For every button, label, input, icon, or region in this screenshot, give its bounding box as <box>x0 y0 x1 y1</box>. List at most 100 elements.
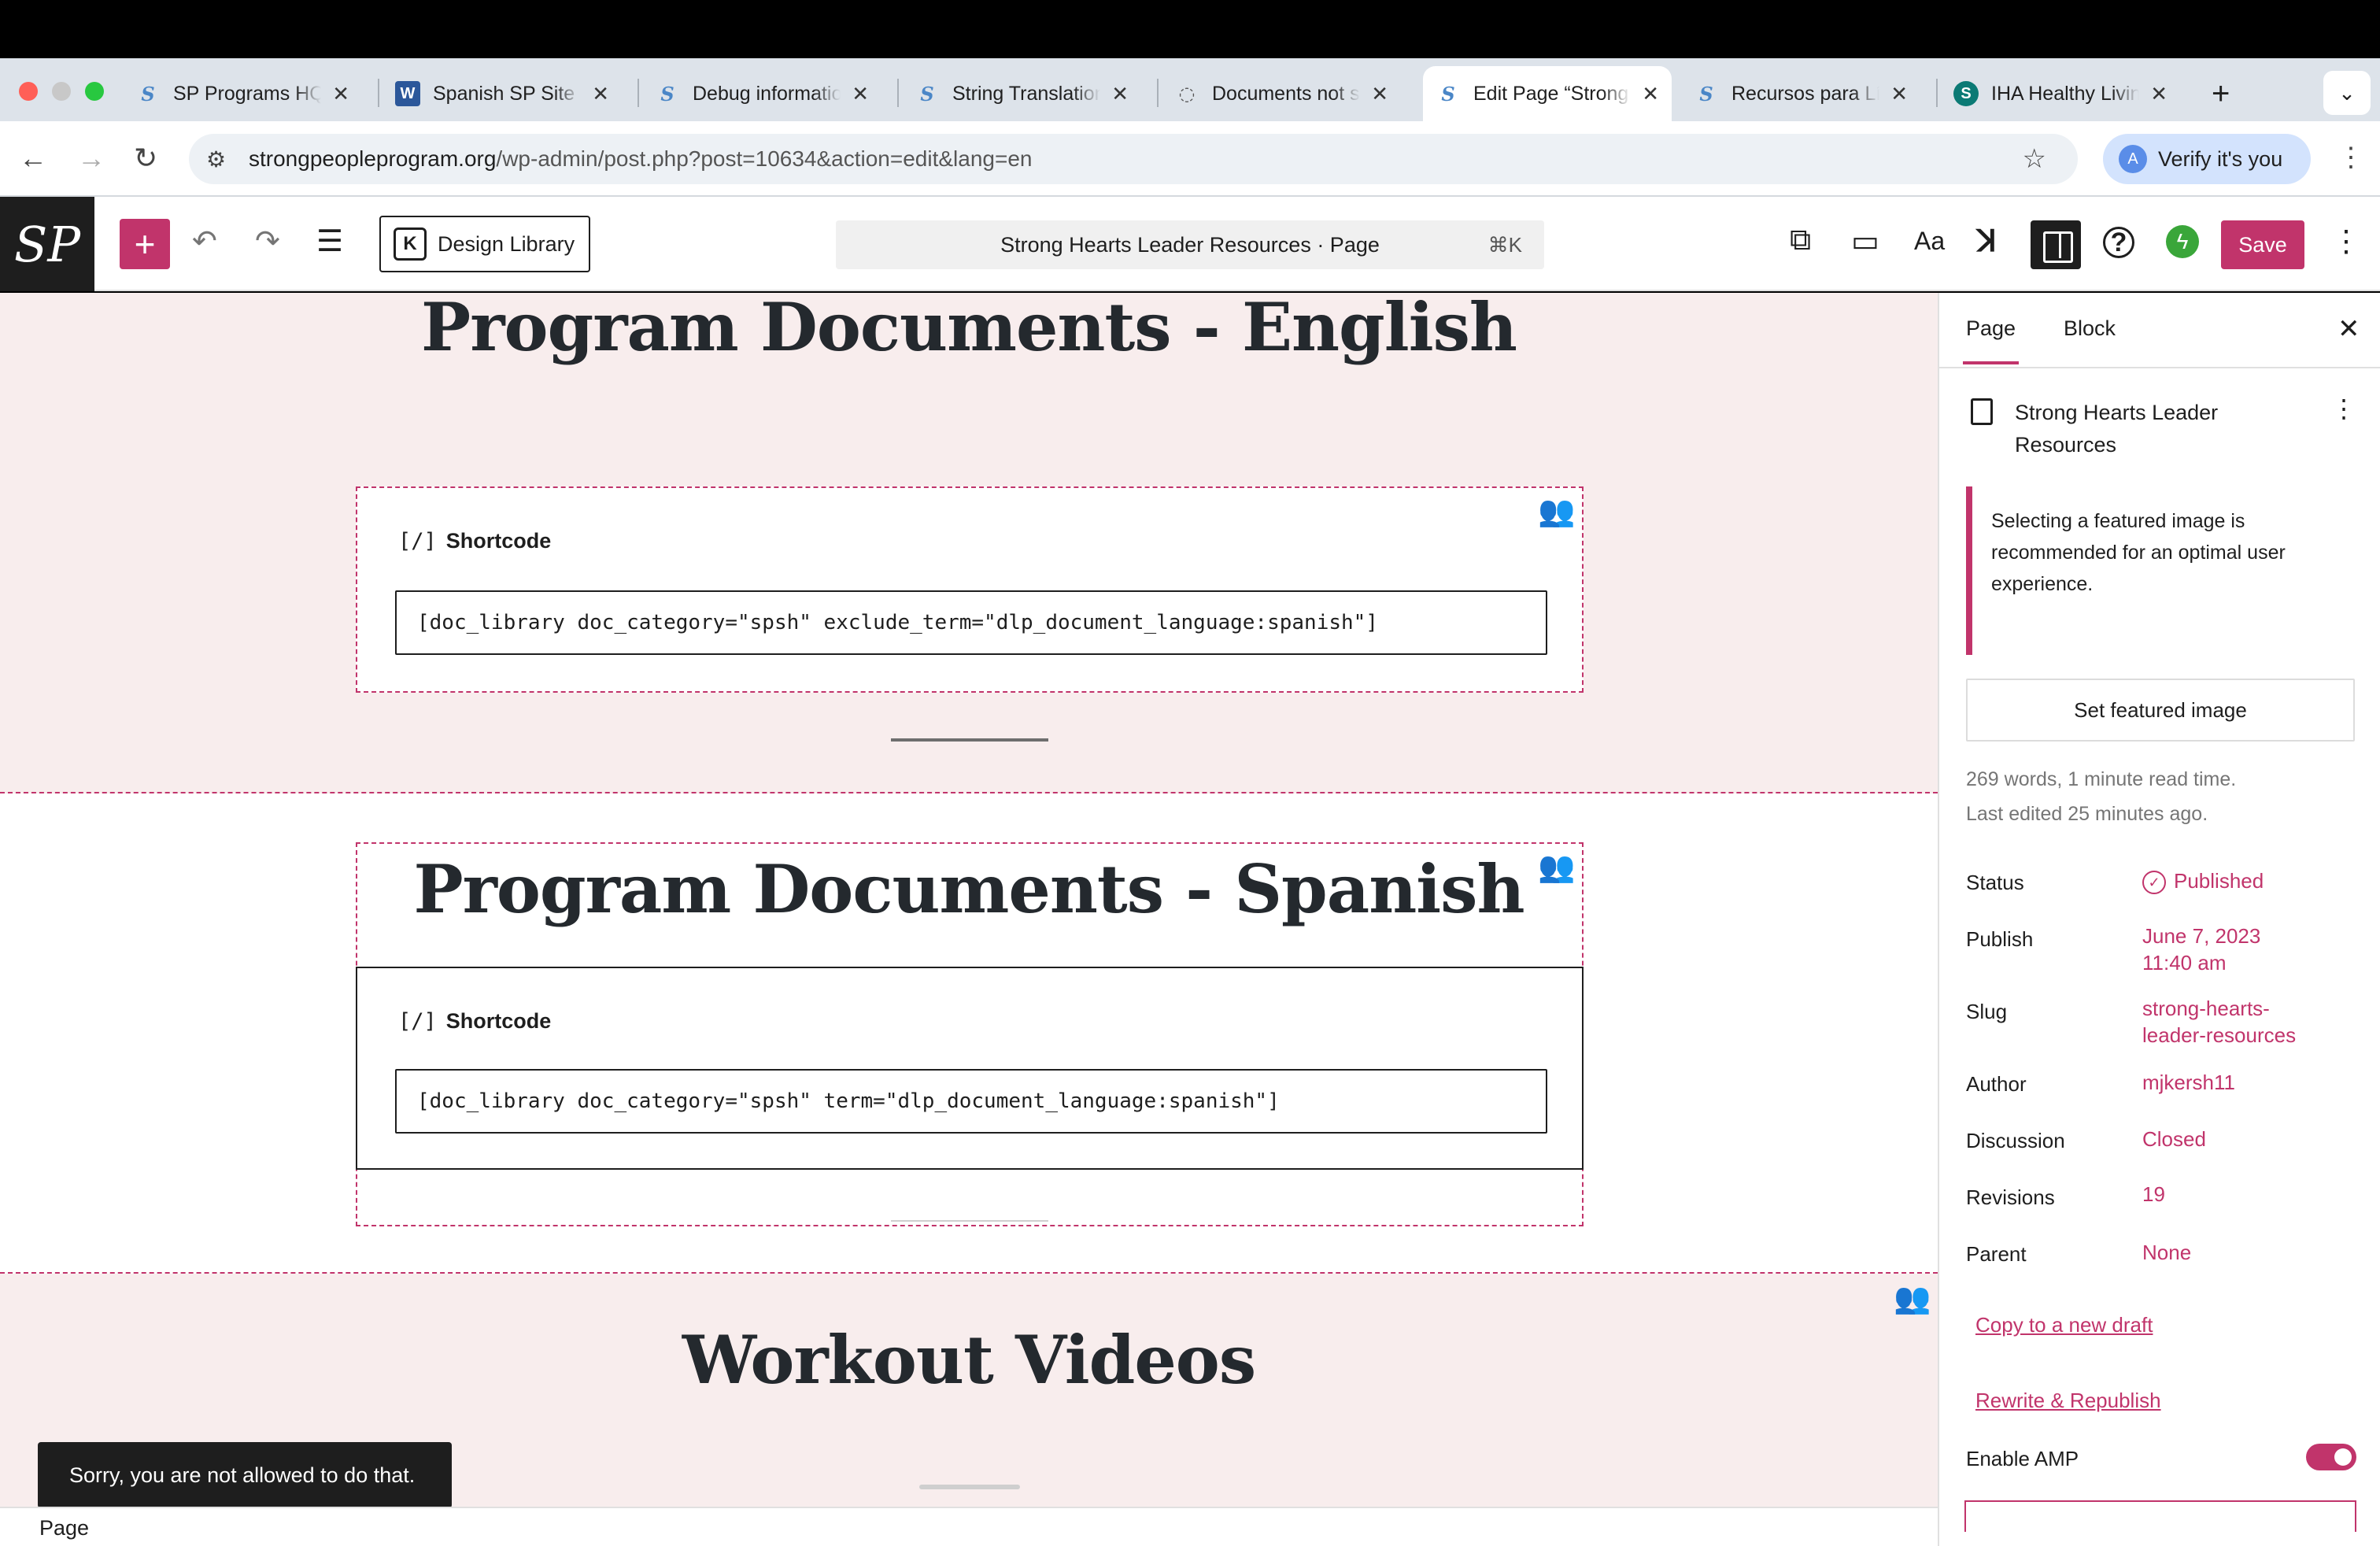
slug-value[interactable]: strong-hearts-leader-resources <box>2142 995 2296 1049</box>
browser-tab[interactable]: S IHA Healthy Living ✕ <box>1941 66 2180 121</box>
breadcrumb-page[interactable]: Page <box>39 1516 89 1540</box>
sidebar-next-panel-edge <box>1964 1500 2356 1532</box>
author-value[interactable]: mjkersh11 <box>2142 1069 2235 1096</box>
users-icon[interactable]: 👥 <box>1894 1282 1931 1316</box>
browser-tab[interactable]: S SP Programs HQ ✕ <box>123 66 362 121</box>
tab-search-button[interactable]: ⌄ <box>2323 71 2371 115</box>
performance-bolt-icon[interactable]: ϟ <box>2166 225 2199 258</box>
site-logo[interactable]: SP <box>0 197 94 291</box>
browser-tab[interactable]: S String Translation ✕ <box>902 66 1141 121</box>
snackbar-notice[interactable]: Sorry, you are not allowed to do that. <box>38 1442 452 1508</box>
tab-divider <box>897 79 899 107</box>
block-breadcrumb: Page <box>0 1507 1938 1546</box>
status-value[interactable]: ✓ Published <box>2142 867 2264 895</box>
revisions-label: Revisions <box>1966 1185 2055 1209</box>
tab-divider <box>378 79 379 107</box>
close-icon[interactable]: ✕ <box>2338 313 2360 345</box>
page-icon <box>1971 398 1993 425</box>
close-icon[interactable]: ✕ <box>592 82 609 106</box>
users-icon[interactable]: 👥 <box>1538 494 1575 529</box>
window-minimize-button[interactable] <box>52 82 71 101</box>
window-top-bar <box>0 0 2380 58</box>
sp-logo-icon: S <box>1441 82 1455 105</box>
browser-tab[interactable]: S Recursos para Lí ✕ <box>1681 66 1920 121</box>
help-icon[interactable]: ? <box>2103 227 2134 258</box>
parent-value[interactable]: None <box>2142 1239 2191 1266</box>
url-host: strongpeopleprogram.org <box>249 146 497 171</box>
publish-value[interactable]: June 7, 2023 11:40 am <box>2142 923 2260 976</box>
copy-to-new-draft-link[interactable]: Copy to a new draft <box>1975 1313 2153 1337</box>
document-overview-icon[interactable]: ☰ <box>316 224 343 259</box>
tab-divider <box>1936 79 1938 107</box>
enable-amp-label: Enable AMP <box>1966 1447 2079 1470</box>
redo-icon[interactable]: ↷ <box>255 224 280 259</box>
browser-tab[interactable]: ◌ Documents not s ✕ <box>1162 66 1401 121</box>
tab-page[interactable]: Page <box>1962 316 2020 364</box>
settings-sidebar: Page Block ✕ Strong Hearts Leader Resour… <box>1938 293 2380 1546</box>
heading-spanish[interactable]: Program Documents - Spanish <box>0 850 1938 928</box>
typography-button[interactable]: Aa <box>1914 227 1945 256</box>
parent-label: Parent <box>1966 1242 2027 1266</box>
close-icon[interactable]: ✕ <box>1371 82 1388 106</box>
separator[interactable] <box>891 1220 1048 1222</box>
bookmark-star-icon[interactable]: ☆ <box>2023 143 2046 175</box>
command-palette-button[interactable]: Strong Hearts Leader Resources · Page ⌘K <box>836 220 1544 269</box>
revisions-value[interactable]: 19 <box>2142 1181 2165 1208</box>
sp-logo-icon: S <box>920 82 934 105</box>
forward-icon[interactable]: → <box>77 142 105 175</box>
close-icon[interactable]: ✕ <box>1890 82 1908 106</box>
design-library-icon: K <box>394 227 427 261</box>
canvas-resize-handle[interactable] <box>919 1485 1020 1489</box>
save-button[interactable]: Save <box>2221 220 2304 269</box>
shortcode-input-english[interactable]: [doc_library doc_category="spsh" exclude… <box>395 590 1547 655</box>
new-tab-button[interactable]: + <box>2201 66 2251 121</box>
shortcode-input-spanish[interactable]: [doc_library doc_category="spsh" term="d… <box>395 1069 1547 1134</box>
back-icon[interactable]: ← <box>19 142 47 175</box>
heading-workout[interactable]: Workout Videos <box>0 1321 1938 1399</box>
shortcode-label: Shortcode <box>445 1009 552 1033</box>
browser-tab[interactable]: S Debug information ✕ <box>642 66 881 121</box>
close-icon[interactable]: ✕ <box>1111 82 1129 106</box>
plugin-k-icon[interactable]: ꓘ <box>1977 224 1997 259</box>
page-title: Strong Hearts Leader Resources <box>2015 401 2219 457</box>
rewrite-republish-link[interactable]: Rewrite & Republish <box>1975 1389 2161 1413</box>
tab-block[interactable]: Block <box>2064 316 2116 341</box>
users-icon[interactable]: 👥 <box>1538 850 1575 885</box>
slug-label: Slug <box>1966 1000 2008 1023</box>
window-zoom-button[interactable] <box>85 82 104 101</box>
browser-menu-icon[interactable]: ⋮ <box>2338 142 2364 173</box>
window-close-button[interactable] <box>19 82 38 101</box>
url-field[interactable]: ⚙ strongpeopleprogram.org/wp-admin/post.… <box>189 134 2078 184</box>
shortcode-block-english[interactable]: [/] Shortcode [doc_library doc_category="… <box>356 486 1584 693</box>
reload-icon[interactable]: ↻ <box>134 142 157 175</box>
browser-tab-active[interactable]: S Edit Page “Strong ✕ <box>1423 66 1672 121</box>
discussion-label: Discussion <box>1966 1129 2065 1152</box>
separator[interactable] <box>891 738 1048 742</box>
design-library-button[interactable]: K Design Library <box>379 216 590 272</box>
undo-icon[interactable]: ↶ <box>192 224 217 259</box>
close-icon[interactable]: ✕ <box>852 82 869 106</box>
add-block-button[interactable]: + <box>120 219 170 269</box>
view-page-external-icon[interactable]: ⧉ <box>1790 224 1811 257</box>
enable-amp-toggle[interactable] <box>2306 1444 2356 1470</box>
browser-tab[interactable]: W Spanish SP Site ( ✕ <box>382 66 622 121</box>
author-label: Author <box>1966 1072 2027 1096</box>
shortcode-icon: [/] <box>398 1009 437 1034</box>
tab-divider <box>1157 79 1159 107</box>
heading-english[interactable]: Program Documents - English <box>0 293 1938 366</box>
verify-profile-button[interactable]: A Verify it's you <box>2103 134 2311 184</box>
settings-sidebar-toggle[interactable] <box>2031 220 2081 269</box>
close-icon[interactable]: ✕ <box>1642 82 1659 106</box>
shortcode-block-spanish[interactable]: [/] Shortcode [doc_library doc_category="… <box>356 967 1584 1170</box>
set-featured-image-button[interactable]: Set featured image <box>1966 679 2355 742</box>
preview-device-icon[interactable]: ▭ <box>1851 224 1879 259</box>
word-count: 269 words, 1 minute read time. <box>1966 768 2237 790</box>
close-icon[interactable]: ✕ <box>332 82 349 106</box>
site-settings-icon[interactable]: ⚙ <box>206 146 226 172</box>
discussion-value[interactable]: Closed <box>2142 1126 2206 1152</box>
options-menu-icon[interactable]: ⋮ <box>2331 224 2361 259</box>
page-actions-icon[interactable]: ⋮ <box>2331 394 2356 423</box>
section-boundary <box>0 792 1938 793</box>
close-icon[interactable]: ✕ <box>2150 82 2168 106</box>
sp-logo-icon: S <box>1699 82 1713 105</box>
